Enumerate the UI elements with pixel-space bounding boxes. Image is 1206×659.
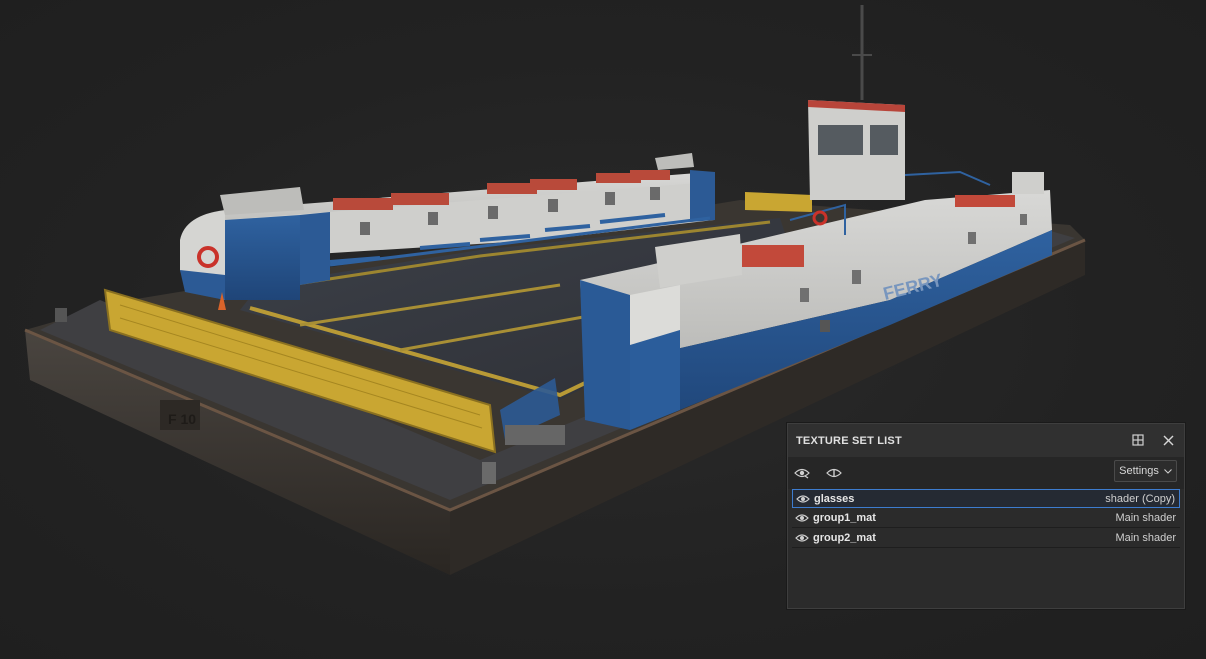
texture-set-name: group2_mat (813, 532, 876, 544)
close-icon[interactable] (1159, 431, 1177, 449)
dock-icon[interactable] (1129, 431, 1147, 449)
visibility-eye-icon[interactable] (795, 532, 809, 544)
panel-toolbar: Settings (788, 457, 1184, 489)
texture-set-shader[interactable]: Main shader (1115, 512, 1176, 524)
deck-box (505, 425, 565, 445)
texture-set-row-glasses[interactable]: glasses shader (Copy) (792, 489, 1180, 508)
chevron-down-icon (1163, 468, 1172, 474)
info-icon[interactable] (824, 463, 844, 483)
texture-set-list-panel: TEXTURE SET LIST Settings glasses shader… (787, 423, 1185, 609)
settings-dropdown[interactable]: Settings (1114, 460, 1177, 482)
visibility-eye-icon[interactable] (796, 493, 810, 505)
texture-set-row-group2[interactable]: group2_mat Main shader (792, 529, 1180, 548)
panel-header: TEXTURE SET LIST (788, 424, 1184, 457)
eye-refresh-icon[interactable] (792, 463, 812, 483)
hull-marking: F 10 (168, 411, 196, 427)
texture-set-name: group1_mat (813, 512, 876, 524)
texture-set-name: glasses (814, 493, 855, 505)
texture-set-shader[interactable]: Main shader (1115, 532, 1176, 544)
settings-label: Settings (1119, 465, 1159, 477)
visibility-eye-icon[interactable] (795, 512, 809, 524)
texture-set-row-group1[interactable]: group1_mat Main shader (792, 509, 1180, 528)
texture-set-list: glasses shader (Copy) group1_mat Main sh… (792, 489, 1180, 549)
panel-title: TEXTURE SET LIST (796, 435, 902, 447)
texture-set-shader[interactable]: shader (Copy) (1105, 493, 1175, 505)
